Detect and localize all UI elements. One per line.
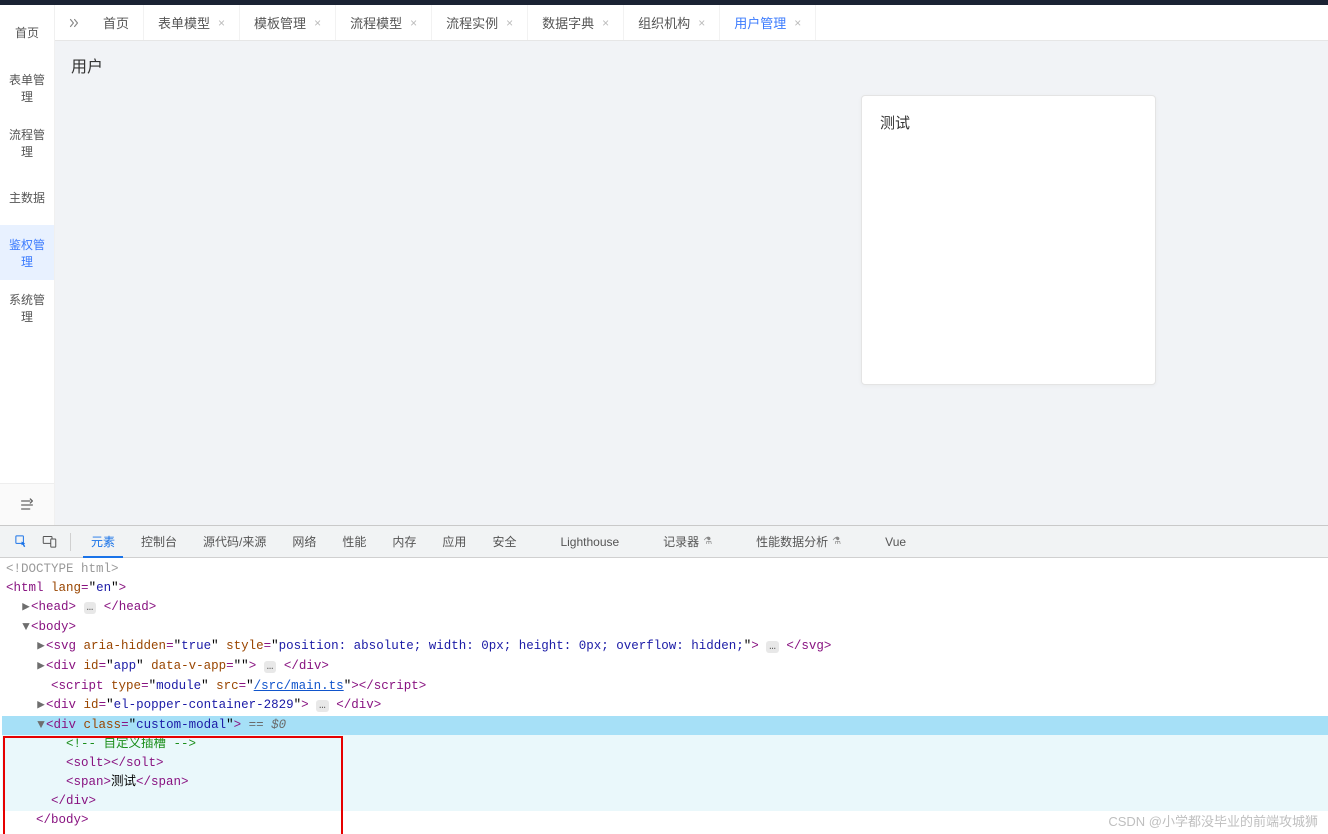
close-icon[interactable]: × bbox=[314, 16, 321, 30]
tab-template-mgmt[interactable]: 模板管理 × bbox=[240, 5, 336, 40]
flask-icon: ⚗ bbox=[832, 536, 841, 547]
dom-node[interactable]: </div> bbox=[2, 792, 1328, 811]
devtools-tab-label: 控制台 bbox=[141, 533, 177, 550]
sidebar-spacer bbox=[0, 335, 54, 483]
dom-node[interactable]: </body> bbox=[2, 811, 1328, 830]
dom-node[interactable] bbox=[2, 830, 1328, 834]
dom-node[interactable]: ▶<div id="app" data-v-app=""> … </div> bbox=[2, 657, 1328, 677]
devtools-tab-label: 记录器 bbox=[663, 533, 699, 550]
sidebar-item-label: 鉴权管理 bbox=[4, 236, 50, 270]
close-icon[interactable]: × bbox=[698, 16, 705, 30]
main-column: 首页 表单模型 × 模板管理 × 流程模型 × 流程实例 × 数据字典 × 组织机构 × 用… bbox=[55, 5, 1328, 525]
devtools-tab-label: Vue bbox=[885, 535, 906, 549]
tab-label: 首页 bbox=[103, 13, 129, 32]
devtools-tab-label: 源代码/来源 bbox=[203, 533, 266, 550]
sidebar-item-label: 主数据 bbox=[9, 189, 45, 206]
tabs-collapse-button[interactable] bbox=[59, 5, 89, 40]
tab-label: 表单模型 bbox=[158, 13, 210, 32]
page-content: 用户 测试 bbox=[55, 41, 1328, 525]
tab-label: 数据字典 bbox=[542, 13, 594, 32]
tab-label: 流程实例 bbox=[446, 13, 498, 32]
devtools-tab-label: 内存 bbox=[392, 533, 416, 550]
devtools-elements-tree[interactable]: <!DOCTYPE html><html lang="en"> ▶<head> … bbox=[0, 558, 1328, 834]
dom-node[interactable]: ▼<div class="custom-modal"> == $0 bbox=[2, 716, 1328, 735]
tab-label: 组织机构 bbox=[638, 13, 690, 32]
close-icon[interactable]: × bbox=[506, 16, 513, 30]
custom-modal: 测试 bbox=[861, 95, 1156, 385]
devtools-tab-console[interactable]: 控制台 bbox=[129, 526, 189, 557]
sidebar-item-form[interactable]: 表单管理 bbox=[0, 60, 54, 115]
dom-node[interactable]: <!-- 自定义插槽 --> bbox=[2, 735, 1328, 754]
close-icon[interactable]: × bbox=[602, 16, 609, 30]
sidebar-item-flow[interactable]: 流程管理 bbox=[0, 115, 54, 170]
inspect-button[interactable] bbox=[8, 531, 34, 553]
sidebar-item-label: 系统管理 bbox=[4, 291, 50, 325]
expand-icon bbox=[19, 497, 35, 513]
flask-icon: ⚗ bbox=[703, 536, 712, 547]
devtools-tab-memory[interactable]: 内存 bbox=[380, 526, 428, 557]
devtools-tab-label: 性能 bbox=[342, 533, 366, 550]
dom-node[interactable]: <span>测试</span> bbox=[2, 773, 1328, 792]
sidebar-item-home[interactable]: 首页 bbox=[0, 5, 54, 60]
dom-node[interactable]: <html lang="en"> bbox=[2, 579, 1328, 598]
devtools-tab-label: 安全 bbox=[492, 533, 516, 550]
devtools-tab-sources[interactable]: 源代码/来源 bbox=[191, 526, 278, 557]
tab-flow-instance[interactable]: 流程实例 × bbox=[432, 5, 528, 40]
dom-node[interactable]: ▶<div id="el-popper-container-2829"> … <… bbox=[2, 696, 1328, 716]
sidebar-toggle-button[interactable] bbox=[0, 483, 54, 525]
tab-flow-model[interactable]: 流程模型 × bbox=[336, 5, 432, 40]
dom-node[interactable]: <!DOCTYPE html> bbox=[2, 560, 1328, 579]
tabs-bar: 首页 表单模型 × 模板管理 × 流程模型 × 流程实例 × 数据字典 × 组织机构 × 用… bbox=[55, 5, 1328, 41]
devtools-tab-label: 元素 bbox=[91, 533, 115, 550]
tab-form-model[interactable]: 表单模型 × bbox=[144, 5, 240, 40]
dom-node[interactable]: ▶<head> … </head> bbox=[2, 598, 1328, 618]
devtools-tab-network[interactable]: 网络 bbox=[280, 526, 328, 557]
devtools-tab-lighthouse[interactable]: Lighthouse bbox=[530, 526, 631, 557]
devtools-tab-perf-insights[interactable]: 性能数据分析 ⚗ bbox=[726, 526, 853, 557]
dom-node[interactable]: ▶<svg aria-hidden="true" style="position… bbox=[2, 637, 1328, 657]
close-icon[interactable]: × bbox=[410, 16, 417, 30]
close-icon[interactable]: × bbox=[794, 16, 801, 30]
sidebar-item-label: 流程管理 bbox=[4, 126, 50, 160]
separator bbox=[70, 533, 71, 551]
inspect-icon bbox=[14, 534, 29, 549]
dom-node[interactable]: <solt></solt> bbox=[2, 754, 1328, 773]
devtools-tab-elements[interactable]: 元素 bbox=[79, 526, 127, 557]
device-toggle-button[interactable] bbox=[36, 531, 62, 553]
devtools-tab-security[interactable]: 安全 bbox=[480, 526, 528, 557]
modal-text: 测试 bbox=[880, 115, 910, 132]
devtools-tab-label: Lighthouse bbox=[560, 535, 619, 549]
devtools-panel: 元素 控制台 源代码/来源 网络 性能 内存 应用 安全 Lighthouse … bbox=[0, 525, 1328, 834]
tab-label: 用户管理 bbox=[734, 13, 786, 32]
devtools-tab-label: 应用 bbox=[442, 533, 466, 550]
app-main-row: 首页 表单管理 流程管理 主数据 鉴权管理 系统管理 首页 表单模型 × 模板管理… bbox=[0, 5, 1328, 525]
tab-data-dict[interactable]: 数据字典 × bbox=[528, 5, 624, 40]
sidebar-item-auth[interactable]: 鉴权管理 bbox=[0, 225, 54, 280]
devtools-tab-vue[interactable]: Vue bbox=[855, 526, 918, 557]
dom-node[interactable]: <script type="module" src="/src/main.ts"… bbox=[2, 677, 1328, 696]
devtools-tab-label: 性能数据分析 bbox=[756, 533, 828, 550]
close-icon[interactable]: × bbox=[218, 16, 225, 30]
devtools-toolbar: 元素 控制台 源代码/来源 网络 性能 内存 应用 安全 Lighthouse … bbox=[0, 526, 1328, 558]
chevrons-left-icon bbox=[67, 16, 81, 30]
tab-label: 流程模型 bbox=[350, 13, 402, 32]
device-icon bbox=[42, 534, 57, 549]
devtools-tab-performance[interactable]: 性能 bbox=[330, 526, 378, 557]
sidebar-item-label: 表单管理 bbox=[4, 71, 50, 105]
dom-node[interactable]: ▼<body> bbox=[2, 618, 1328, 637]
page-title: 用户 bbox=[71, 53, 1316, 77]
tab-label: 模板管理 bbox=[254, 13, 306, 32]
sidebar: 首页 表单管理 流程管理 主数据 鉴权管理 系统管理 bbox=[0, 5, 55, 525]
tab-org[interactable]: 组织机构 × bbox=[624, 5, 720, 40]
sidebar-item-master-data[interactable]: 主数据 bbox=[0, 170, 54, 225]
devtools-tab-application[interactable]: 应用 bbox=[430, 526, 478, 557]
devtools-tab-recorder[interactable]: 记录器 ⚗ bbox=[633, 526, 724, 557]
tab-user-mgmt[interactable]: 用户管理 × bbox=[720, 5, 816, 40]
tab-home[interactable]: 首页 bbox=[89, 5, 144, 40]
devtools-tab-label: 网络 bbox=[292, 533, 316, 550]
sidebar-item-system[interactable]: 系统管理 bbox=[0, 280, 54, 335]
sidebar-item-label: 首页 bbox=[15, 24, 39, 41]
